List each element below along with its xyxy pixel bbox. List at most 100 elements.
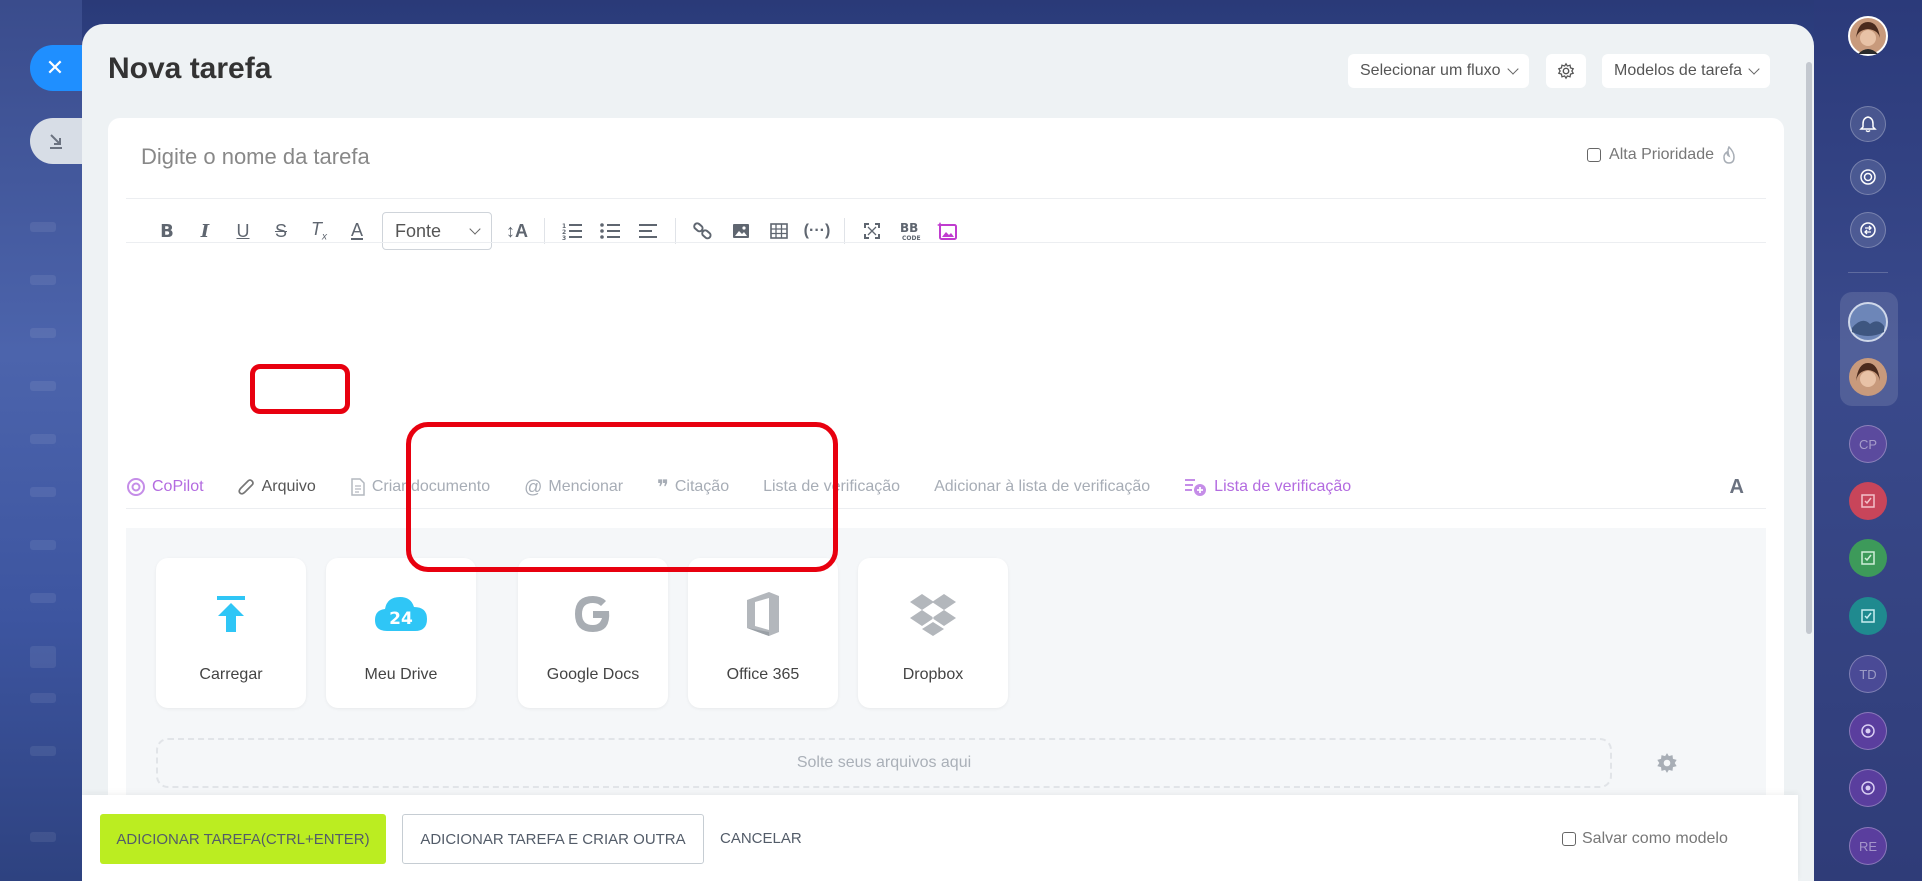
image-icon — [733, 224, 749, 238]
openlines-button[interactable] — [1848, 711, 1888, 751]
user-avatar[interactable] — [1848, 16, 1888, 56]
task-templates-label: Modelos de tarefa — [1614, 62, 1743, 79]
editor-toolbar: B I U S Tx A Fonte ↕A 123 (···) BB CODE — [148, 210, 967, 252]
code-icon: (···) — [803, 222, 831, 239]
numbered-list-button[interactable]: 123 — [553, 213, 591, 249]
toolbar-separator — [844, 218, 845, 244]
bullet-list-button[interactable] — [591, 213, 629, 249]
checkbox-icon — [1861, 494, 1875, 508]
tab-adicionar-lista[interactable]: Adicionar à lista de verificação — [934, 478, 1150, 496]
backdrop-row — [30, 832, 56, 842]
chat-badge-td[interactable]: TD — [1848, 654, 1888, 694]
upload-tile[interactable]: Carregar — [156, 558, 306, 708]
sync-button[interactable] — [1848, 210, 1888, 250]
bold-button[interactable]: B — [148, 213, 186, 249]
add-task-button[interactable]: ADICIONAR TAREFA(CTRL+ENTER) — [100, 814, 386, 864]
scrollbar-thumb[interactable] — [1806, 62, 1812, 634]
fullscreen-button[interactable] — [853, 213, 891, 249]
chat-avatar-group[interactable] — [1848, 302, 1888, 342]
tab-criar-documento[interactable]: Criar documento — [350, 478, 490, 496]
chevron-down-icon — [469, 223, 481, 235]
close-panel-button[interactable]: ✕ — [30, 45, 82, 91]
upload-settings-button[interactable] — [1656, 752, 1678, 779]
text-format-toggle[interactable]: A — [1730, 476, 1744, 499]
tab-arquivo[interactable]: Arquivo — [237, 477, 316, 497]
code-button[interactable]: (···) — [798, 213, 836, 249]
tab-lista-verificacao-label: Lista de verificação — [763, 478, 901, 495]
notifications-button[interactable] — [1848, 104, 1888, 144]
pulse-button[interactable] — [1848, 157, 1888, 197]
office365-tile[interactable]: Office 365 — [688, 558, 838, 708]
dropbox-icon — [910, 594, 956, 636]
ai-image-icon — [937, 222, 957, 240]
numbered-list-icon: 123 — [562, 223, 582, 240]
add-and-create-button[interactable]: ADICIONAR TAREFA E CRIAR OUTRA — [402, 814, 704, 864]
cloud-icon: 24 — [375, 597, 427, 631]
svg-text:BB: BB — [900, 221, 918, 235]
dropbox-tile[interactable]: Dropbox — [858, 558, 1008, 708]
divider — [126, 508, 1766, 509]
office-icon-wrap — [735, 586, 791, 642]
strikethrough-button[interactable]: S — [262, 213, 300, 249]
upload-icon-wrap — [203, 586, 259, 642]
save-as-template-checkbox[interactable] — [1562, 832, 1576, 846]
toolbar-separator — [544, 218, 545, 244]
copilot-icon — [127, 478, 145, 496]
tab-citacao[interactable]: ❞ Citação — [657, 475, 729, 500]
save-as-template-toggle[interactable]: Salvar como modelo — [1562, 830, 1728, 848]
chat-badge-re[interactable]: RE — [1848, 826, 1888, 866]
clear-format-button[interactable]: Tx — [300, 213, 338, 249]
toolbar-separator — [675, 218, 676, 244]
table-icon — [770, 223, 788, 239]
task-chat-teal[interactable] — [1848, 596, 1888, 636]
task-chat-red[interactable] — [1848, 481, 1888, 521]
task-templates-select[interactable]: Modelos de tarefa — [1602, 54, 1771, 88]
bbcode-button[interactable]: BB CODE — [891, 213, 929, 249]
google-docs-tile[interactable]: Google Docs — [518, 558, 668, 708]
my-drive-tile[interactable]: 24 Meu Drive — [326, 558, 476, 708]
checkbox-icon — [1861, 551, 1875, 565]
cancel-button[interactable]: CANCELAR — [720, 830, 802, 847]
settings-button[interactable] — [1546, 54, 1586, 88]
image-button[interactable] — [722, 213, 760, 249]
gear-icon — [1657, 753, 1677, 773]
italic-icon: I — [200, 220, 210, 242]
ai-image-button[interactable] — [929, 213, 967, 249]
chat-avatar-user[interactable] — [1848, 357, 1888, 397]
table-button[interactable] — [760, 213, 798, 249]
font-size-button[interactable]: ↕A — [498, 213, 536, 249]
italic-button[interactable]: I — [186, 213, 224, 249]
backdrop-row — [30, 381, 56, 391]
flow-select[interactable]: Selecionar um fluxo — [1348, 54, 1529, 88]
tab-lista-verificacao[interactable]: Lista de verificação — [763, 478, 900, 496]
avatar-image — [1848, 16, 1888, 56]
text-color-button[interactable]: A — [338, 213, 376, 249]
backdrop-row — [30, 746, 56, 756]
openlines-icon — [1861, 724, 1875, 738]
divider — [126, 242, 1766, 243]
align-button[interactable] — [629, 213, 667, 249]
minimize-panel-button[interactable] — [30, 118, 82, 164]
file-drop-zone[interactable]: Solte seus arquivos aqui — [156, 738, 1612, 788]
font-select[interactable]: Fonte — [382, 212, 492, 250]
high-priority-toggle[interactable]: Alta Prioridade — [1587, 146, 1736, 164]
tab-copilot[interactable]: CoPilot — [126, 477, 204, 497]
tab-arquivo-label: Arquivo — [261, 478, 316, 495]
chat-badge-cp[interactable]: CP — [1848, 424, 1888, 464]
task-chat-green[interactable] — [1848, 538, 1888, 578]
upload-icon — [217, 596, 245, 632]
link-button[interactable] — [684, 213, 722, 249]
task-name-input[interactable]: Digite o nome da tarefa — [141, 144, 370, 170]
scrollbar[interactable] — [1804, 44, 1814, 881]
backdrop-row — [30, 646, 56, 668]
tab-mencionar[interactable]: @ Mencionar — [524, 477, 623, 498]
paperclip-icon — [237, 479, 254, 495]
align-icon — [639, 224, 657, 238]
tab-lista-verificacao-new[interactable]: Lista de verificação — [1184, 477, 1351, 497]
openlines-button-2[interactable] — [1848, 768, 1888, 808]
high-priority-checkbox[interactable] — [1587, 148, 1602, 162]
bold-icon: B — [160, 220, 174, 242]
task-panel: Nova tarefa Selecionar um fluxo Modelos … — [82, 24, 1814, 881]
upload-tile-label: Carregar — [199, 666, 263, 683]
underline-button[interactable]: U — [224, 213, 262, 249]
